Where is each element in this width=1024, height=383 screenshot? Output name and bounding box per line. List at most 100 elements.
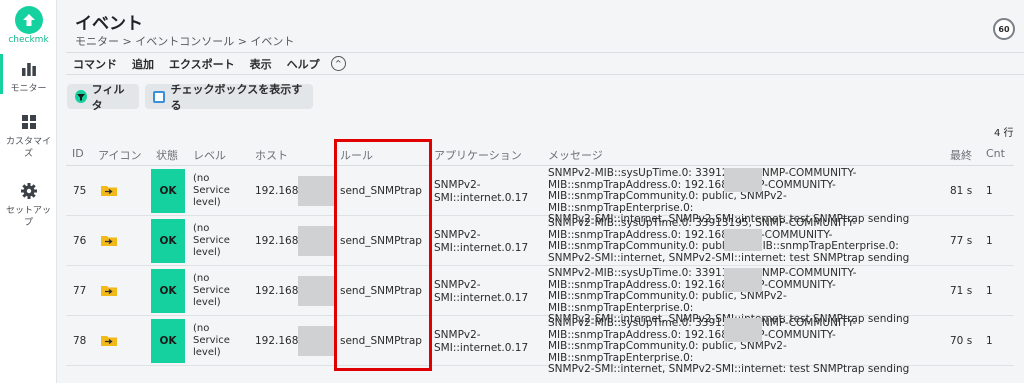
status-badge: OK: [151, 169, 185, 213]
level-line: Service: [193, 185, 230, 196]
sidebar-item-setup[interactable]: セットアップ: [0, 182, 57, 229]
page-title: イベント: [75, 14, 143, 34]
menu-help[interactable]: ヘルプ: [287, 56, 320, 72]
sidebar-item-label: カスタマイズ: [5, 137, 51, 159]
status-badge: OK: [151, 319, 185, 363]
table-row[interactable]: 76 OK (no Service level) 192.168. send_S…: [66, 216, 1014, 266]
event-id: 78: [73, 335, 87, 347]
event-count: 1: [986, 185, 993, 197]
level-line: (no: [193, 323, 210, 334]
row-count: 4 行: [994, 128, 1014, 139]
application-line: SMI::internet.0.17: [434, 342, 529, 354]
level-line: (no: [193, 173, 210, 184]
level-line: level): [193, 347, 221, 358]
application-line: SNMPv2-: [434, 279, 481, 291]
level-cell: (no Service level): [193, 273, 253, 309]
redacted-message-block: [724, 318, 762, 342]
level-cell: (no Service level): [193, 223, 253, 259]
column-header-level[interactable]: レベル: [193, 147, 226, 163]
last-seen: 81 s: [950, 185, 973, 197]
folder-arrow-icon[interactable]: [101, 185, 117, 196]
menu-add[interactable]: 追加: [132, 56, 154, 72]
last-seen: 77 s: [950, 235, 973, 247]
host-link[interactable]: 192.168.: [255, 185, 302, 197]
logo-text: checkmk: [8, 35, 49, 45]
host-link[interactable]: 192.168.: [255, 235, 302, 247]
column-header-last[interactable]: 最終: [950, 147, 972, 163]
redacted-host-block: [298, 276, 334, 306]
menu-commands[interactable]: コマンド: [73, 56, 117, 72]
checkbox-icon: [153, 90, 165, 103]
refresh-timer-button[interactable]: 60: [993, 18, 1015, 40]
menu-display[interactable]: 表示: [250, 56, 272, 72]
level-line: (no: [193, 223, 210, 234]
message-line: SNMPv2-SMI::internet, SNMPv2-SMI::intern…: [548, 251, 910, 264]
level-line: level): [193, 297, 221, 308]
table-row[interactable]: 75 OK (no Service level) 192.168. send_S…: [66, 166, 1014, 225]
checkmk-logo-icon: [14, 6, 43, 34]
redacted-message-block: [724, 168, 762, 192]
show-checkboxes-label: チェックボックスを表示する: [170, 82, 303, 112]
message-line: MIB::snmpTrapCommunity.0: public, SNMPv2…: [548, 190, 787, 214]
level-line: level): [193, 247, 221, 258]
application-cell: SNMPv2- SMI::internet.0.17: [434, 229, 528, 255]
application-cell: SNMPv2- SMI::internet.0.17: [434, 279, 528, 305]
level-cell: (no Service level): [193, 323, 253, 359]
application-cell: SNMPv2- SMI::internet.0.17: [434, 329, 528, 355]
checkmk-logo[interactable]: checkmk: [0, 6, 57, 45]
grid-icon: [21, 115, 36, 129]
filter-button-label: フィルタ: [91, 82, 125, 112]
status-badge: OK: [151, 269, 185, 313]
column-header-message[interactable]: メッセージ: [548, 147, 603, 163]
event-count: 1: [986, 335, 993, 347]
column-header-host[interactable]: ホスト: [255, 147, 288, 163]
menubar: コマンド 追加 エクスポート 表示 ヘルプ ^: [66, 52, 1024, 75]
last-seen: 71 s: [950, 285, 973, 297]
folder-arrow-icon[interactable]: [101, 285, 117, 296]
message-line: MIB::snmpTrapCommunity.0: public, SNMPv2…: [548, 290, 787, 314]
message-line: MIB::snmpTrapCommunity.0: public, SNMPv2…: [548, 340, 787, 364]
message-line: SNMPv2-MIB::sysUpTime.0: 33913195, SNMP-…: [548, 217, 857, 229]
table-row[interactable]: 77 OK (no Service level) 192.168. send_S…: [66, 266, 1014, 325]
application-line: SNMPv2-: [434, 229, 481, 241]
app-window: checkmk モニター カスタマイズ セットアップ イベント モニター > イ…: [0, 0, 1024, 383]
folder-arrow-icon[interactable]: [101, 335, 117, 346]
level-line: Service: [193, 285, 230, 296]
sidebar-item-customize[interactable]: カスタマイズ: [0, 113, 57, 160]
host-link[interactable]: 192.168.: [255, 285, 302, 297]
show-checkboxes-button[interactable]: チェックボックスを表示する: [145, 83, 313, 112]
application-line: SNMPv2-: [434, 329, 481, 341]
application-line: SMI::internet.0.17: [434, 292, 529, 304]
redacted-message-block: [724, 229, 762, 251]
application-cell: SNMPv2- SMI::internet.0.17: [434, 179, 528, 205]
column-header-state[interactable]: 状態: [156, 147, 178, 163]
column-header-application[interactable]: アプリケーション: [434, 147, 522, 163]
host-link[interactable]: 192.168: [255, 335, 298, 347]
event-id: 77: [73, 285, 87, 297]
bar-chart-icon: [21, 63, 36, 76]
filter-button[interactable]: フィルタ: [67, 83, 139, 112]
breadcrumb[interactable]: モニター > イベントコンソール > イベント: [75, 33, 294, 49]
event-id: 75: [73, 185, 87, 197]
rule-column-highlight: [334, 139, 432, 371]
sidebar: checkmk モニター カスタマイズ セットアップ: [0, 0, 57, 383]
sidebar-item-label: モニター: [10, 84, 47, 94]
folder-arrow-icon[interactable]: [101, 235, 117, 246]
filter-icon: [75, 90, 87, 103]
sidebar-item-monitor[interactable]: モニター: [0, 60, 57, 95]
event-id: 76: [73, 235, 87, 247]
chevron-up-icon[interactable]: ^: [330, 56, 346, 71]
message-line: SNMPv2-SMI::internet, SNMPv2-SMI::intern…: [548, 363, 910, 375]
redacted-host-block: [298, 176, 334, 206]
sidebar-item-label: セットアップ: [5, 206, 51, 228]
column-header-icon[interactable]: アイコン: [98, 147, 141, 163]
column-header-count[interactable]: Cnt: [986, 147, 1005, 160]
table-row[interactable]: 78 OK (no Service level) 192.168 send_SN…: [66, 316, 1014, 375]
menu-export[interactable]: エクスポート: [169, 56, 235, 72]
level-line: Service: [193, 235, 230, 246]
level-cell: (no Service level): [193, 173, 253, 209]
level-line: (no: [193, 273, 210, 284]
column-header-id[interactable]: ID: [72, 147, 84, 160]
level-line: level): [193, 197, 221, 208]
level-line: Service: [193, 335, 230, 346]
